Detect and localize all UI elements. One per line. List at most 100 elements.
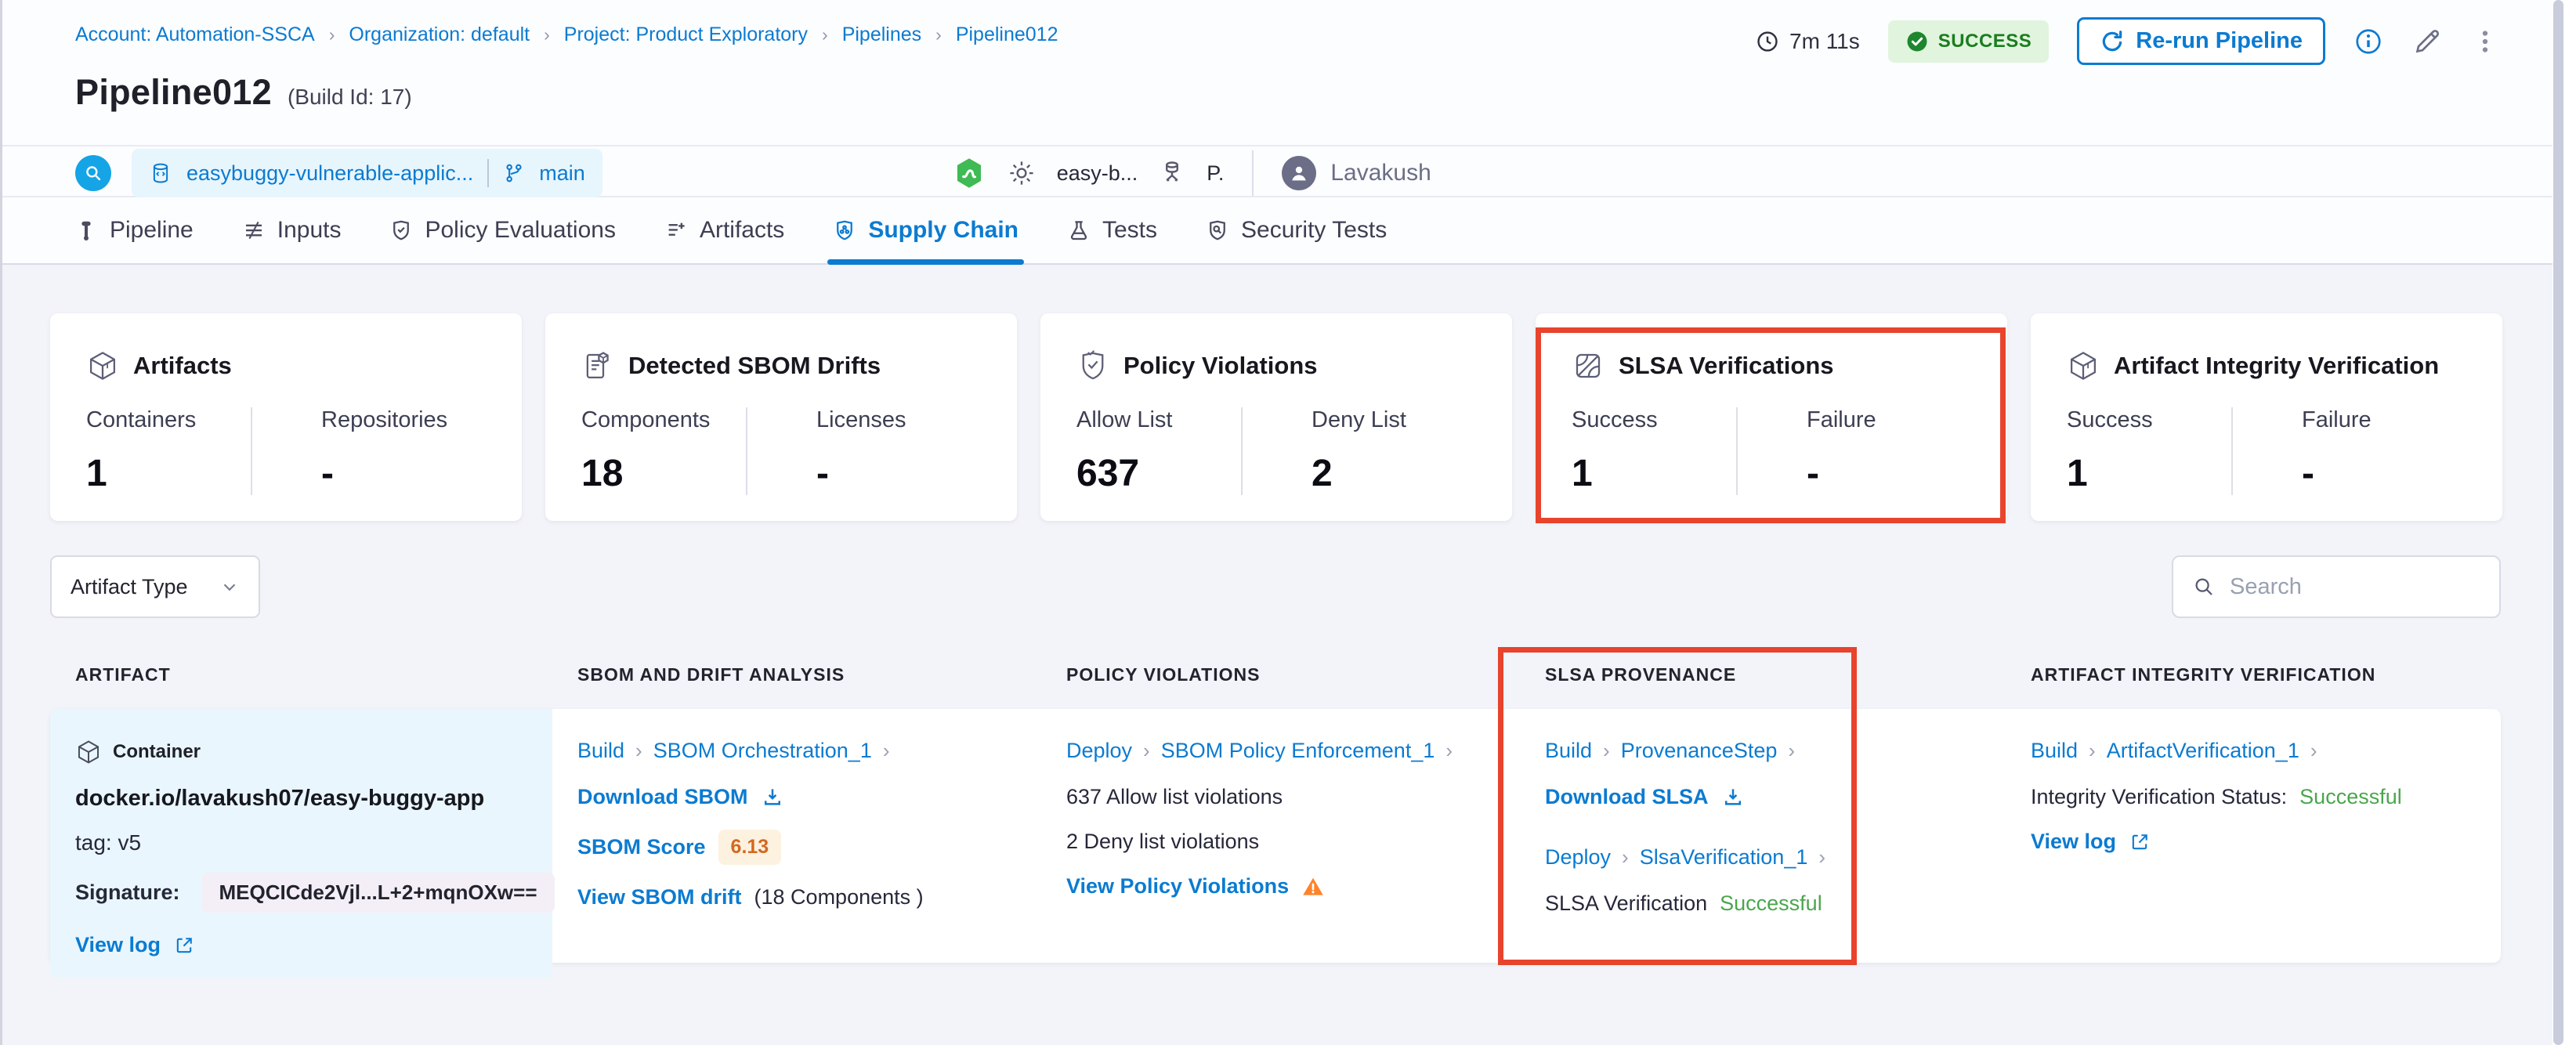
stage-link[interactable]: Build <box>2031 739 2078 763</box>
scrollbar-thumb[interactable] <box>2553 0 2563 1045</box>
refresh-icon <box>2100 29 2125 54</box>
view-sbom-drift-link[interactable]: View SBOM drift <box>577 885 742 909</box>
artifacts-icon <box>664 219 688 242</box>
gear-icon <box>1007 158 1037 188</box>
card-slsa-verifications: SLSA Verifications Success 1 Failure - <box>1536 313 2007 521</box>
metric-value: - <box>1807 453 1819 494</box>
view-policy-violations-link[interactable]: View Policy Violations <box>1066 874 1289 899</box>
webhook-icon <box>952 156 986 190</box>
metric: Failure - <box>1736 407 1971 495</box>
download-sbom-link[interactable]: Download SBOM <box>577 785 748 809</box>
chevron-icon: › <box>1603 739 1610 762</box>
stage-icon <box>1158 159 1186 187</box>
metric-label: Repositories <box>321 407 448 432</box>
col-header-integrity: ARTIFACT INTEGRITY VERIFICATION <box>2031 664 2376 685</box>
external-link-icon <box>2129 831 2151 853</box>
tab-tests[interactable]: Tests <box>1043 197 1181 263</box>
download-slsa-link[interactable]: Download SLSA <box>1545 785 1709 809</box>
divider <box>0 145 2552 146</box>
stage-link[interactable]: Build <box>577 739 624 763</box>
view-log-link[interactable]: View log <box>75 933 161 957</box>
shield-check-icon <box>1076 349 1109 382</box>
branch-name[interactable]: main <box>539 161 585 186</box>
tab-bar: Pipeline Inputs Policy Evaluations Artif… <box>50 197 1411 265</box>
tab-label: Inputs <box>277 217 342 243</box>
integrity-cell: Build › ArtifactVerification_1 › Integri… <box>2006 709 2501 978</box>
breadcrumb-project[interactable]: Project: Product Exploratory <box>564 24 808 46</box>
metric-value: 1 <box>2067 453 2088 494</box>
check-circle-icon <box>1905 30 1929 53</box>
metric-label: Containers <box>86 407 197 432</box>
search-box[interactable] <box>2172 555 2525 618</box>
breadcrumb-organization[interactable]: Organization: default <box>349 24 530 46</box>
tab-pipeline[interactable]: Pipeline <box>50 197 218 263</box>
step-link[interactable]: SBOM Orchestration_1 <box>653 739 872 763</box>
pipeline-icon <box>74 219 98 242</box>
tab-security-tests[interactable]: Security Tests <box>1181 197 1411 263</box>
trigger-pipeline-name[interactable]: easy-b... <box>1057 161 1138 186</box>
deny-list-violations: 2 Deny list violations <box>1066 830 1260 853</box>
metric-label: Success <box>2067 407 2153 432</box>
view-log-link[interactable]: View log <box>2031 830 2116 854</box>
metric: Success 1 <box>2067 407 2231 495</box>
build-info-row: easybuggy-vulnerable-applic... main easy… <box>75 149 1431 197</box>
stage-link[interactable]: Build <box>1545 739 1592 763</box>
stage-link[interactable]: Deploy <box>1066 739 1132 763</box>
step-link[interactable]: ArtifactVerification_1 <box>2107 739 2299 763</box>
sbom-score-link[interactable]: SBOM Score <box>577 835 706 859</box>
page-title: Pipeline012 <box>75 72 272 112</box>
signature-value: MEQCICde2Vjl...L+2+mqnOXw== <box>201 873 555 913</box>
step-link[interactable]: SlsaVerification_1 <box>1640 845 1808 870</box>
breadcrumb-separator: › <box>822 24 828 45</box>
tab-inputs[interactable]: Inputs <box>218 197 366 263</box>
chevron-icon: › <box>635 739 642 762</box>
card-title: SLSA Verifications <box>1619 352 1834 379</box>
allow-list-violations: 637 Allow list violations <box>1066 785 1283 808</box>
slsa-verification-status: Successful <box>1720 891 1822 915</box>
breadcrumb-pipeline012[interactable]: Pipeline012 <box>956 24 1058 46</box>
chevron-icon: › <box>1622 845 1629 869</box>
table-row: Container docker.io/lavakush07/easy-bugg… <box>50 709 2501 978</box>
sbom-score-badge: 6.13 <box>718 830 782 865</box>
stage-link[interactable]: Deploy <box>1545 845 1611 870</box>
metric: Allow List 637 <box>1076 407 1241 495</box>
codebase-icon <box>75 155 111 191</box>
repo-name[interactable]: easybuggy-vulnerable-applic... <box>186 161 473 186</box>
breadcrumb-separator: › <box>935 24 942 45</box>
signature-label: Signature: <box>75 880 180 904</box>
card-title: Artifact Integrity Verification <box>2114 352 2440 379</box>
step-link[interactable]: SBOM Policy Enforcement_1 <box>1161 739 1435 763</box>
metric-label: Success <box>1572 407 1658 432</box>
tab-policy-evaluations[interactable]: Policy Evaluations <box>365 197 639 263</box>
policy-cell: Deploy › SBOM Policy Enforcement_1 › 637… <box>1041 709 1520 978</box>
metric-label: Failure <box>2302 407 2372 432</box>
tab-supply-chain[interactable]: Supply Chain <box>809 197 1043 265</box>
tab-label: Tests <box>1102 217 1158 243</box>
step-link[interactable]: ProvenanceStep <box>1621 739 1778 763</box>
metric-value: - <box>2302 453 2314 494</box>
repository-icon <box>149 161 172 185</box>
artifact-tag: tag: v5 <box>75 830 142 855</box>
metric: Success 1 <box>1572 407 1736 495</box>
kebab-menu-button[interactable] <box>2471 26 2499 57</box>
search-input[interactable] <box>2230 573 2525 600</box>
breadcrumb: Account: Automation-SSCA › Organization:… <box>75 24 1058 46</box>
summary-cards: Artifacts Containers 1 Repositories - De… <box>50 313 2502 521</box>
artifact-type-dropdown[interactable]: Artifact Type <box>50 555 260 618</box>
breadcrumb-account[interactable]: Account: Automation-SSCA <box>75 24 315 46</box>
artifact-cell: Container docker.io/lavakush07/easy-bugg… <box>50 709 555 978</box>
clock-icon <box>1755 29 1780 54</box>
rerun-pipeline-button[interactable]: Re-run Pipeline <box>2077 17 2325 65</box>
tab-artifacts[interactable]: Artifacts <box>640 197 809 263</box>
info-button[interactable] <box>2353 27 2383 56</box>
metric-value: - <box>816 453 829 494</box>
slsa-icon <box>1572 349 1605 382</box>
repo-chip[interactable]: easybuggy-vulnerable-applic... main <box>132 149 602 197</box>
warning-icon <box>1301 875 1325 899</box>
edit-pencil-button[interactable] <box>2411 26 2443 57</box>
card-title: Policy Violations <box>1123 352 1318 379</box>
cube-icon <box>86 349 119 382</box>
breadcrumb-pipelines[interactable]: Pipelines <box>842 24 921 46</box>
metric-value: - <box>321 453 334 494</box>
tab-label: Security Tests <box>1241 217 1387 243</box>
